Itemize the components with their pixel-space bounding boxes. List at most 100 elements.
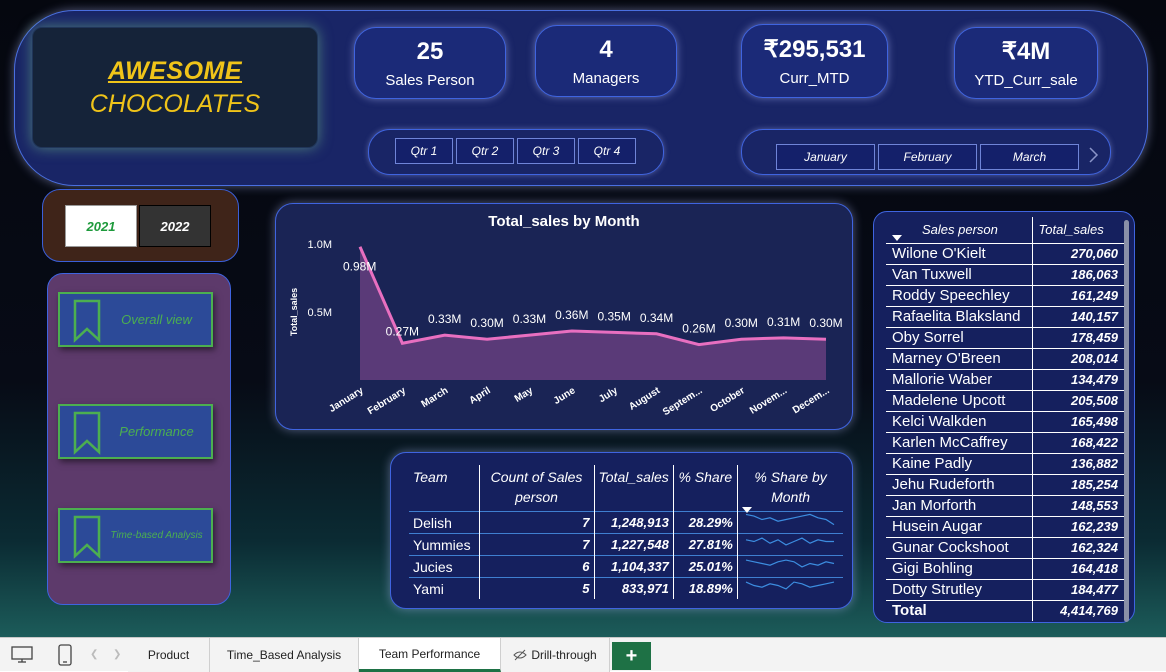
logo-line-2: CHOCOLATES <box>89 89 261 118</box>
column-header[interactable]: Total_sales <box>593 465 674 512</box>
x-tick-label: Novem... <box>748 385 789 417</box>
y-tick-label: 0.5M <box>308 307 332 319</box>
nav-label: Performance <box>119 424 194 439</box>
tab-drill-through[interactable]: Drill-through <box>501 638 610 672</box>
column-header[interactable]: % Share <box>672 465 738 512</box>
sales-table-row[interactable]: Gigi Bohling 164,418 <box>886 557 1124 579</box>
bookmark-icon <box>73 299 101 343</box>
sales-person-name: Karlen McCaffrey <box>886 431 1032 453</box>
sales-table-row[interactable]: Wilone O'Kielt 270,060 <box>886 242 1124 264</box>
quarter-button-q2[interactable]: Qtr 2 <box>456 138 514 164</box>
team-table-row[interactable]: Jucies 6 1,104,337 25.01% <box>409 555 844 578</box>
sales-person-name: Husein Augar <box>886 515 1032 537</box>
team-table-row[interactable]: Yummies 7 1,227,548 27.81% <box>409 533 844 556</box>
month-button-february[interactable]: February <box>878 144 977 170</box>
sales-person-total: 164,418 <box>1031 557 1124 579</box>
sales-table-row[interactable]: Kaine Padly 136,882 <box>886 452 1124 474</box>
kpi-label: Curr_MTD <box>779 70 850 87</box>
nav-button-overall-view[interactable]: Overall view <box>58 292 213 347</box>
column-header-sales-person[interactable]: Sales person <box>886 217 1032 243</box>
team-table-panel: Team Count of Sales person Total_sales %… <box>390 452 853 609</box>
sales-table-row[interactable]: Rafaelita Blaksland 140,157 <box>886 305 1124 327</box>
data-label: 0.26M <box>682 322 715 336</box>
add-page-button[interactable]: + <box>612 642 651 670</box>
data-label: 0.36M <box>555 308 588 322</box>
sales-table-row[interactable]: Gunar Cockshoot 162,324 <box>886 536 1124 558</box>
x-tick-label: August <box>627 385 663 413</box>
mobile-view-icon[interactable] <box>58 644 72 666</box>
column-header-total-sales[interactable]: Total_sales <box>1031 217 1124 243</box>
data-label: 0.34M <box>640 311 673 325</box>
sales-person-table: Sales person Total_sales Wilone O'Kielt 2… <box>886 217 1124 621</box>
sales-table-row[interactable]: Mallorie Waber 134,479 <box>886 368 1124 390</box>
column-header[interactable]: Count of Sales person <box>478 465 594 512</box>
sparkline <box>745 513 835 526</box>
team-table: Team Count of Sales person Total_sales %… <box>409 465 844 599</box>
sales-table-row[interactable]: Jehu Rudeforth 185,254 <box>886 473 1124 495</box>
report-canvas: AWESOME CHOCOLATES 25 Sales Person 4 Man… <box>0 0 1166 637</box>
sales-person-total: 148,553 <box>1031 494 1124 516</box>
sales-person-count: 6 <box>478 555 594 578</box>
sales-person-name: Madelene Upcott <box>886 389 1032 411</box>
quarter-button-q3[interactable]: Qtr 3 <box>517 138 575 164</box>
sales-table-row[interactable]: Van Tuxwell 186,063 <box>886 263 1124 285</box>
nav-button-performance[interactable]: Performance <box>58 404 213 459</box>
team-table-row[interactable]: Delish 7 1,248,913 28.29% <box>409 511 844 534</box>
nav-button-time-based-analysis[interactable]: Time-based Analysis <box>58 508 213 563</box>
sales-person-table-panel: Sales person Total_sales Wilone O'Kielt 2… <box>873 211 1135 623</box>
column-header[interactable]: Team <box>409 465 479 512</box>
column-header-share-by-month[interactable]: % Share by Month <box>736 465 844 513</box>
chevron-right-icon[interactable]: ❯ <box>113 649 121 660</box>
sales-person-total: 140,157 <box>1031 305 1124 327</box>
team-total-sales: 1,227,548 <box>593 533 674 556</box>
x-tick-label: April <box>468 385 493 407</box>
year-button-2022[interactable]: 2022 <box>139 205 211 247</box>
kpi-value: ₹295,531 <box>763 36 866 63</box>
tab-team-performance[interactable]: Team Performance <box>359 638 501 672</box>
quarter-button-q1[interactable]: Qtr 1 <box>395 138 453 164</box>
vertical-scrollbar[interactable] <box>1124 220 1129 622</box>
team-total-sales: 1,248,913 <box>593 511 674 534</box>
sales-table-row[interactable]: Jan Morforth 148,553 <box>886 494 1124 516</box>
sales-person-name: Kelci Walkden <box>886 410 1032 432</box>
month-button-march[interactable]: March <box>980 144 1079 170</box>
share-sparkline-cell <box>736 577 844 599</box>
tab-product[interactable]: Product <box>128 638 210 672</box>
nav-label: Overall view <box>121 312 192 327</box>
sales-person-total: 162,324 <box>1031 536 1124 558</box>
sales-table-row[interactable]: Dotty Strutley 184,477 <box>886 578 1124 600</box>
y-tick-label: 1.0M <box>308 239 332 251</box>
team-name: Yami <box>409 577 479 599</box>
desktop-view-icon[interactable] <box>11 646 33 664</box>
sales-table-row[interactable]: Madelene Upcott 205,508 <box>886 389 1124 411</box>
chevron-right-icon[interactable] <box>1087 146 1099 164</box>
year-button-2021[interactable]: 2021 <box>65 205 137 247</box>
sparkline <box>745 559 834 568</box>
kpi-value: 25 <box>416 37 444 65</box>
total-value: 4,414,769 <box>1031 599 1124 621</box>
sales-table-row[interactable]: Karlen McCaffrey 168,422 <box>886 431 1124 453</box>
sales-person-total: 134,479 <box>1031 368 1124 390</box>
team-table-row[interactable]: Yami 5 833,971 18.89% <box>409 577 844 599</box>
sales-table-row[interactable]: Husein Augar 162,239 <box>886 515 1124 537</box>
navigation-panel: Overall view Performance Time-based Anal… <box>47 273 231 605</box>
sales-table-row[interactable]: Oby Sorrel 178,459 <box>886 326 1124 348</box>
x-tick-label: Septem... <box>661 385 705 418</box>
kpi-card-managers: 4 Managers <box>535 25 677 97</box>
tab-time-based-analysis[interactable]: Time_Based Analysis <box>210 638 359 672</box>
sales-person-count: 5 <box>478 577 594 599</box>
sales-table-row[interactable]: Roddy Speechley 161,249 <box>886 284 1124 306</box>
sales-table-header: Sales person Total_sales <box>886 217 1124 243</box>
sales-table-row[interactable]: Kelci Walkden 165,498 <box>886 410 1124 432</box>
sparkline <box>745 581 834 590</box>
chevron-left-icon[interactable]: ❮ <box>90 649 98 660</box>
quarter-button-q4[interactable]: Qtr 4 <box>578 138 636 164</box>
team-total-sales: 833,971 <box>593 577 674 599</box>
sales-table-row[interactable]: Marney O'Breen 208,014 <box>886 347 1124 369</box>
sort-descending-icon <box>741 507 752 513</box>
month-button-january[interactable]: January <box>776 144 875 170</box>
month-slicer: January February March <box>741 129 1111 175</box>
x-tick-label: October <box>709 385 747 415</box>
kpi-label: Sales Person <box>385 71 475 89</box>
data-label: 0.35M <box>598 309 631 323</box>
